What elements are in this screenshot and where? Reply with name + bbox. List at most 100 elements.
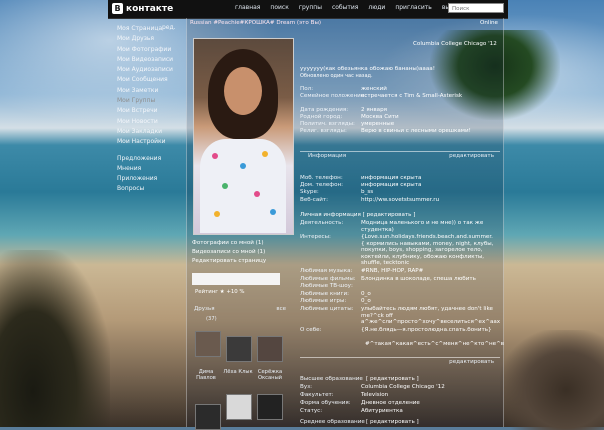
college-header[interactable]: Columbia College Chicago '12 [413,41,497,48]
search-input[interactable]: Поиск [448,3,504,13]
birthday-label: Дата рождения: [300,107,349,113]
music-value[interactable]: #RNB, HIP-HOP, RAP# [361,268,423,275]
white-bar [192,273,280,285]
sidebar-item-audio[interactable]: Мои Аудиозаписи [117,65,187,75]
friend-name[interactable]: Лёха Клык [221,369,255,375]
friends-all-link[interactable]: все [276,306,286,312]
sidebar-item-photos[interactable]: Мои Фотографии [117,45,187,55]
friend-avatar[interactable] [226,336,252,362]
nav-people[interactable]: люди [363,4,390,11]
games-label: Любимые игры: [300,298,347,304]
skype-label: Skype: [300,189,319,195]
sidebar-item-settings[interactable]: Мои Настройки [117,137,187,147]
hometown-label: Родной город: [300,114,343,120]
sidebar-item-questions[interactable]: Вопросы [117,184,187,194]
quotes-label: Любимые цитаты: [300,306,354,312]
religion-value[interactable]: Верю в свиньи с лесными орешками! [361,128,471,135]
sidebar-item-bookmarks[interactable]: Мои Закладки [117,127,187,137]
gender-value[interactable]: женский [361,86,387,93]
sidebar-item-groups[interactable]: Мои Группы [117,96,187,106]
online-status: Online [479,20,498,26]
religion-label: Религ. взгляды: [300,128,347,134]
nav-home[interactable]: главная [230,4,265,11]
sidebar-item-notes[interactable]: Мои Заметки [117,86,187,96]
higher-ed-edit[interactable]: [ редактировать ] [366,376,419,383]
books-value[interactable]: 0_o [361,291,371,298]
sidebar-item-offers[interactable]: Предложения [117,154,187,164]
faculty-value[interactable]: Television [361,392,388,399]
activities-label: Деятельность: [300,220,344,226]
photos-with-me-link[interactable]: Фотографии со мной (1) [192,239,288,248]
top-nav: главная поиск группы события люди пригла… [230,4,466,11]
info-section-title: Информация [308,153,347,159]
sidebar-item-friends[interactable]: Мои Друзья [117,34,187,44]
faculty-label: Факультет: [300,392,334,398]
mobile-value: информация скрыта [361,175,422,181]
edu-status-value[interactable]: Абитуриентка [361,408,403,415]
rating-label[interactable]: Рейтинг ★ +10 % [195,289,245,295]
edit-page-link[interactable]: Редактировать страницу [192,257,288,266]
photo-face [224,67,262,115]
interests-value[interactable]: {Love.sun.holidays.friends.beach.and.sum… [361,234,496,267]
sidebar-item-apps[interactable]: Приложения [117,174,187,184]
hometown-value[interactable]: Москва Сити [361,114,399,121]
sidebar-item-my-page[interactable]: Моя Страница [117,24,187,34]
friend-avatar[interactable] [257,336,283,362]
nav-search[interactable]: поиск [265,4,293,11]
friends-title[interactable]: Друзья [194,306,215,312]
profile-name: Russian #Peachie#КРОШКА# Dream (это Вы) [190,20,322,26]
home-phone-value: информация скрыта [361,182,422,188]
friend-avatar[interactable] [195,331,221,357]
sidebar-item-videos[interactable]: Мои Видеозаписи [117,55,187,65]
nav-invite[interactable]: пригласить [390,4,437,11]
friend-avatar[interactable] [226,394,252,420]
info-section-header: Информация редактировать [300,151,500,160]
status-updated: Обновлено один час назад. [300,73,373,79]
study-form-label: Форма обучения: [300,400,351,406]
nav-groups[interactable]: группы [294,4,327,11]
status-text[interactable]: ууууууу(как обезьянка обожаю бананы)аааа… [300,66,435,73]
personal-section-header[interactable]: Личная информация [ редактировать ] [300,212,415,219]
activities-value[interactable]: Модница маленького и не мне)) о так же с… [361,220,496,233]
friend-avatar[interactable] [195,404,221,430]
education-section-header: редактировать [300,357,500,366]
videos-with-me-link[interactable]: Видеозаписи со мной (1) [192,248,288,257]
political-value[interactable]: умеренные [361,121,394,128]
sidebar-item-opinions[interactable]: Мнения [117,164,187,174]
profile-photo[interactable] [193,38,294,235]
university-label: Вуз: [300,384,313,390]
sidebar-item-messages[interactable]: Мои Сообщения [117,75,187,85]
movies-label: Любимые фильмы: [300,276,356,282]
books-label: Любимые книги: [300,291,349,297]
birthday-value[interactable]: 2 января [361,107,387,114]
friend-name[interactable]: Серёжка Оксаный [253,369,287,381]
friend-name[interactable]: Дима Павлов [189,369,223,381]
relationship-value[interactable]: встречается с Tim & Small-Asterisk [361,93,462,100]
sidebar-item-meetings[interactable]: Мои Встречи [117,106,187,116]
nav-events[interactable]: события [327,4,363,11]
about-value[interactable]: {Я.не.блядь—я.простолюдна.спать.бонить} [361,327,492,334]
friends-header: Друзья все [194,306,286,312]
education-edit-link[interactable]: редактировать [449,359,494,365]
website-value[interactable]: http://ww.sovetstsummer.ru [361,197,439,204]
secondary-ed-edit[interactable]: [ редактировать ] [366,419,419,426]
photo-shirt [200,139,286,233]
higher-ed-label: Высшее образование [300,376,363,382]
info-edit-link[interactable]: редактировать [449,153,494,159]
secondary-ed-label: Среднее образование [300,419,365,425]
skype-value[interactable]: b_ss [361,189,373,196]
home-phone-label: Дом. телефон: [300,182,344,188]
interests-label: Интересы: [300,234,331,240]
friend-avatar[interactable] [257,394,283,420]
games-value[interactable]: 0_o [361,298,371,305]
study-form-value[interactable]: Дневное отделение [361,400,420,407]
about-value-2[interactable]: #^такая^какая^есть^с^меня^не^кто^не^в [365,341,504,348]
vk-logo[interactable]: В контакте [112,2,173,15]
about-label: О себе: [300,327,322,333]
university-value[interactable]: Columbia College Chicago '12 [361,384,445,391]
quotes-value[interactable]: улыбайтесь людям любят, удачнее don't li… [361,306,500,326]
relationship-label: Семейное положение: [300,93,367,99]
sidebar-edit-link[interactable]: ред. [162,24,176,31]
sidebar-item-news[interactable]: Мои Новости [117,117,187,127]
movies-value[interactable]: Блондинка в шоколаде, спеша любить [361,276,476,283]
